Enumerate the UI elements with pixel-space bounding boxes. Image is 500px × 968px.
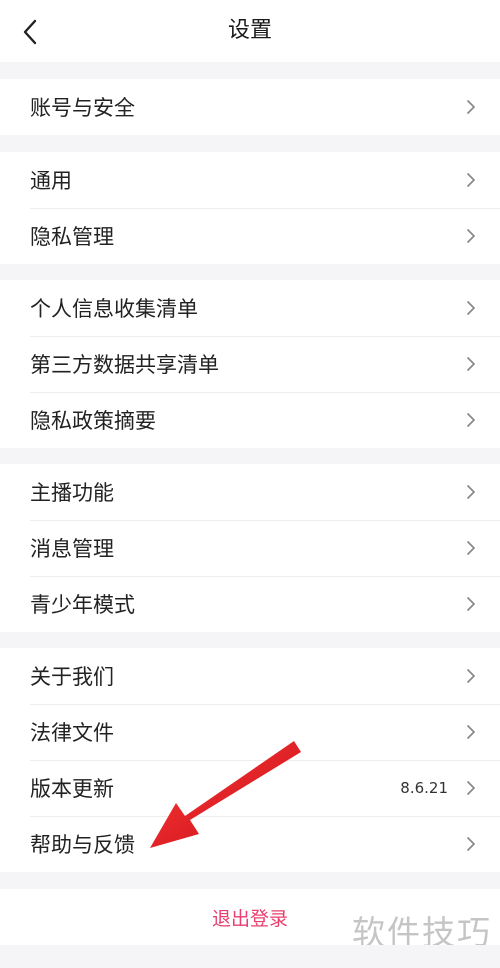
chevron-right-icon <box>462 355 480 373</box>
bottom-strip <box>0 945 500 968</box>
back-button[interactable] <box>12 14 48 50</box>
settings-group-privacy-docs: 个人信息收集清单 第三方数据共享清单 隐私政策摘要 <box>0 280 500 448</box>
settings-item-label: 法律文件 <box>30 721 114 745</box>
settings-item-about-us[interactable]: 关于我们 <box>0 648 500 704</box>
chevron-right-icon <box>462 227 480 245</box>
page-title: 设置 <box>227 18 272 43</box>
settings-item-personal-info-list[interactable]: 个人信息收集清单 <box>0 280 500 336</box>
chevron-right-icon <box>462 539 480 557</box>
chevron-right-icon <box>462 98 480 116</box>
chevron-right-icon <box>462 171 480 189</box>
settings-item-label: 主播功能 <box>30 481 114 505</box>
settings-group-about: 关于我们 法律文件 版本更新 8.6.21 帮助与反馈 <box>0 648 500 872</box>
settings-page: 设置 账号与安全 通用 隐私管理 个人信息收集清单 第三方数据共享清单 隐私政策… <box>0 0 500 968</box>
settings-group-account: 账号与安全 <box>0 79 500 135</box>
settings-group-features: 主播功能 消息管理 青少年模式 <box>0 464 500 632</box>
settings-item-privacy-summary[interactable]: 隐私政策摘要 <box>0 392 500 448</box>
settings-item-label: 帮助与反馈 <box>30 833 135 857</box>
version-number: 8.6.21 <box>400 779 448 797</box>
logout-button[interactable]: 退出登录 <box>0 889 500 945</box>
settings-item-legal-documents[interactable]: 法律文件 <box>0 704 500 760</box>
chevron-right-icon <box>462 299 480 317</box>
settings-item-third-party-sharing[interactable]: 第三方数据共享清单 <box>0 336 500 392</box>
settings-item-label: 隐私政策摘要 <box>30 409 156 433</box>
chevron-right-icon <box>462 667 480 685</box>
chevron-right-icon <box>462 723 480 741</box>
settings-item-label: 个人信息收集清单 <box>30 297 198 321</box>
settings-item-label: 账号与安全 <box>30 96 135 120</box>
chevron-right-icon <box>462 595 480 613</box>
settings-item-teen-mode[interactable]: 青少年模式 <box>0 576 500 632</box>
settings-item-help-feedback[interactable]: 帮助与反馈 <box>0 816 500 872</box>
settings-item-version-update[interactable]: 版本更新 8.6.21 <box>0 760 500 816</box>
settings-item-label: 关于我们 <box>30 665 114 689</box>
settings-item-label: 青少年模式 <box>30 593 135 617</box>
settings-item-label: 消息管理 <box>30 537 114 561</box>
settings-item-label: 通用 <box>30 169 72 193</box>
chevron-right-icon <box>462 835 480 853</box>
chevron-right-icon <box>462 779 480 797</box>
settings-item-account-security[interactable]: 账号与安全 <box>0 79 500 135</box>
chevron-left-icon <box>23 19 37 45</box>
chevron-right-icon <box>462 483 480 501</box>
settings-item-message-management[interactable]: 消息管理 <box>0 520 500 576</box>
settings-item-label: 第三方数据共享清单 <box>30 353 219 377</box>
settings-item-general[interactable]: 通用 <box>0 152 500 208</box>
settings-item-privacy-management[interactable]: 隐私管理 <box>0 208 500 264</box>
settings-item-label: 版本更新 <box>30 777 114 801</box>
settings-group-general: 通用 隐私管理 <box>0 152 500 264</box>
header-bar: 设置 <box>0 0 500 62</box>
chevron-right-icon <box>462 411 480 429</box>
settings-item-label: 隐私管理 <box>30 225 114 249</box>
settings-item-streamer-features[interactable]: 主播功能 <box>0 464 500 520</box>
logout-label: 退出登录 <box>211 907 288 930</box>
